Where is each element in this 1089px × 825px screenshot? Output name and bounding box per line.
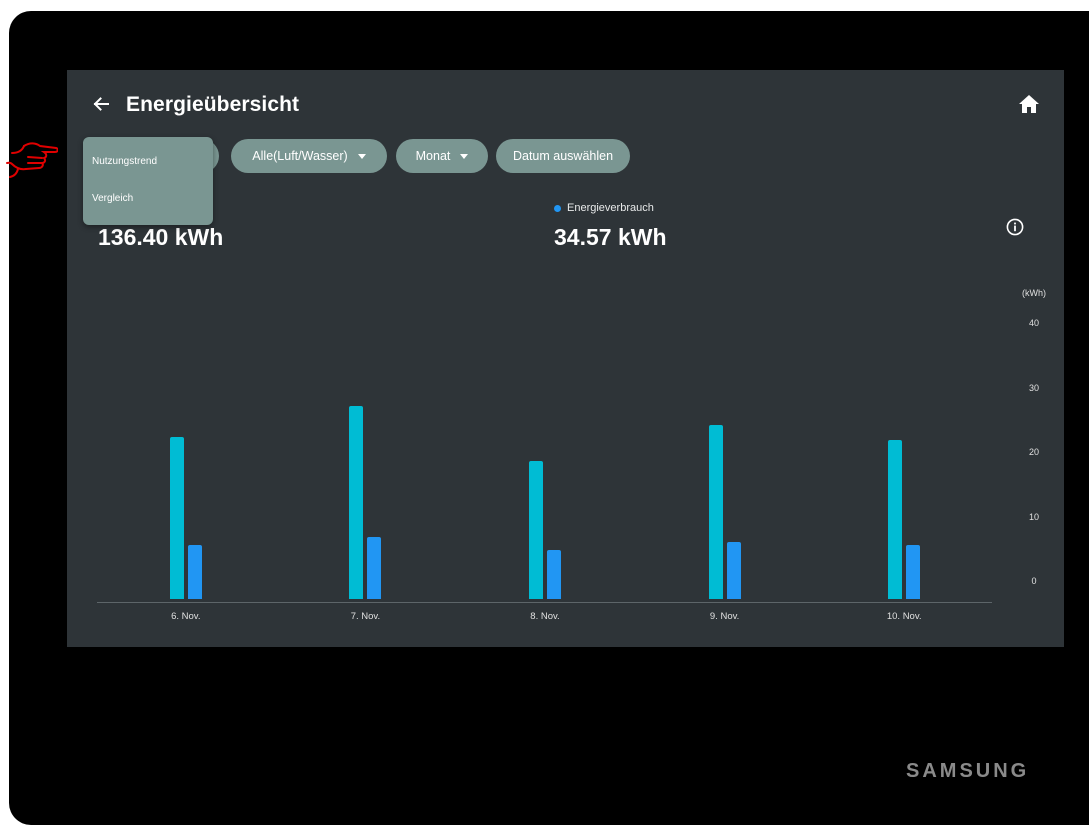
x-axis-line	[97, 602, 992, 603]
total-value: 136.40 kWh	[98, 224, 224, 250]
caret-down-icon	[357, 153, 366, 159]
bar-consumption[interactable]	[906, 545, 921, 599]
bar-consumption[interactable]	[187, 545, 202, 599]
consumption-label: Energieverbrauch	[567, 202, 654, 214]
unit-filter-label: Alle(Luft/Wasser)	[252, 149, 348, 163]
x-tick-label: 10. Nov.	[886, 611, 922, 622]
consumption-legend: Energieverbrauch	[554, 202, 654, 214]
period-filter-dropdown[interactable]: Monat	[396, 139, 488, 173]
bar-primary[interactable]	[349, 405, 364, 599]
hand-pointer-icon	[6, 142, 58, 178]
screen: Energieübersicht Alle(Luft/Wasser) Monat…	[67, 70, 1064, 647]
date-select-button[interactable]: Datum auswählen	[496, 139, 630, 173]
x-tick-label: 7. Nov.	[350, 611, 381, 622]
caret-down-icon	[460, 153, 469, 159]
bar-primary[interactable]	[169, 436, 184, 599]
y-tick-label: 0	[1031, 576, 1037, 586]
usage-type-menu: Nutzungstrend Vergleich	[83, 137, 213, 225]
home-icon[interactable]	[1019, 95, 1039, 113]
bar-consumption[interactable]	[367, 537, 382, 599]
bar-primary[interactable]	[708, 424, 723, 599]
brand-logo: SAMSUNG	[906, 760, 1030, 782]
bar-primary[interactable]	[529, 461, 543, 599]
bar-consumption[interactable]	[547, 549, 561, 599]
date-select-label: Datum auswählen	[512, 149, 614, 163]
menu-item-vergleich[interactable]: Vergleich	[92, 193, 133, 204]
device-frame: Energieübersicht Alle(Luft/Wasser) Monat…	[9, 11, 1089, 825]
y-tick-label: 40	[1028, 318, 1039, 328]
y-tick-label: 20	[1028, 447, 1039, 457]
bar-primary[interactable]	[888, 440, 903, 599]
page-title: Energieübersicht	[126, 93, 300, 116]
arrow-left-icon[interactable]	[91, 94, 111, 114]
period-filter-label: Monat	[415, 149, 451, 163]
bar-consumption[interactable]	[726, 542, 741, 599]
x-tick-label: 9. Nov.	[709, 611, 740, 622]
x-tick-label: 6. Nov.	[171, 611, 201, 622]
menu-item-nutzungstrend[interactable]: Nutzungstrend	[92, 156, 157, 167]
legend-dot	[554, 204, 561, 212]
info-icon[interactable]	[1006, 218, 1024, 236]
y-tick-label: 30	[1028, 382, 1039, 393]
consumption-value: 34.57 kWh	[554, 224, 667, 250]
unit-filter-dropdown[interactable]: Alle(Luft/Wasser)	[231, 139, 387, 173]
y-axis-unit: (kWh)	[1022, 288, 1046, 298]
x-tick-label: 8. Nov.	[530, 611, 560, 622]
y-tick-label: 10	[1028, 511, 1039, 522]
